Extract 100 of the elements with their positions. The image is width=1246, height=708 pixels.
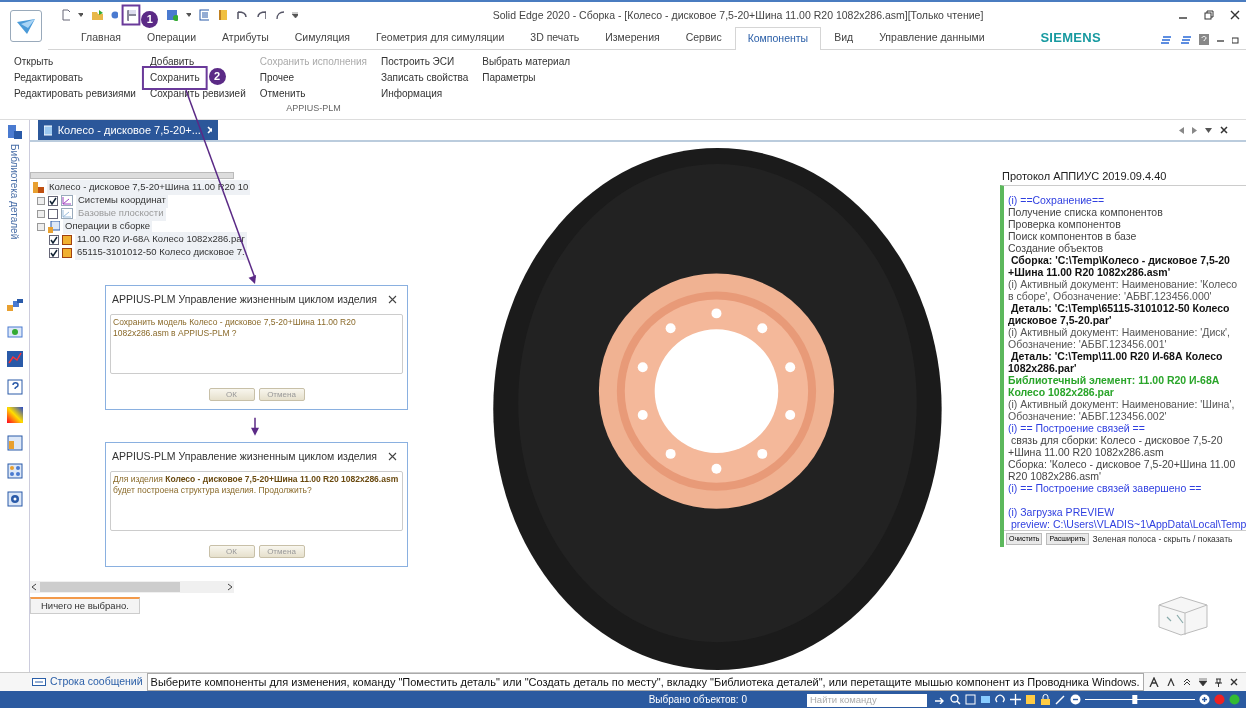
help-icon[interactable] (1199, 34, 1209, 45)
new-document-icon[interactable] (62, 9, 71, 21)
arrow-icon[interactable] (935, 695, 946, 705)
tree-node[interactable]: 65115-3101012-50 Колесо дисковое 7. (75, 245, 247, 260)
ribbon-command[interactable]: Добавить (145, 54, 199, 70)
ribbon-command[interactable]: Записать свойства (377, 70, 473, 86)
selection-status: Ничего не выбрано. (30, 596, 140, 614)
dropdown-icon[interactable] (186, 13, 191, 17)
ribbon-command[interactable]: Информация (377, 86, 447, 102)
ribbon-tab[interactable]: Симуляция (281, 27, 363, 49)
ribbon-tab[interactable]: Управление данными (866, 27, 998, 49)
book-icon[interactable] (216, 9, 227, 21)
ribbon-tab[interactable]: Измерения (592, 27, 673, 49)
dialog-message: Сохранить модель Колесо - дисковое 7,5-20+Шина 11.00 R20 1082x286.asm в APPIUS-PLM ? (110, 313, 403, 374)
pan-icon[interactable] (1010, 694, 1021, 706)
grid-icon[interactable] (6, 463, 23, 480)
fit-icon[interactable] (965, 694, 976, 706)
part-icon (62, 247, 72, 258)
ribbon-command[interactable]: Прочее (255, 70, 299, 86)
list-icon[interactable] (1161, 34, 1172, 45)
zoom-slider[interactable] (1085, 695, 1195, 705)
brand-logo: SIEMENS (1040, 28, 1101, 47)
assembly-icon[interactable] (6, 299, 23, 314)
ribbon-tab[interactable]: Атрибуты (209, 27, 282, 49)
zoom-slider-thumb[interactable] (1132, 695, 1138, 705)
view-icon[interactable] (980, 694, 991, 706)
collapse-icon[interactable] (1183, 678, 1191, 687)
chart-icon[interactable] (6, 351, 23, 368)
previous-icon[interactable] (1179, 126, 1184, 134)
repeat-icon[interactable] (274, 9, 285, 21)
ribbon-command[interactable]: Построить ЭСИ (377, 54, 459, 70)
annotation-arrow (251, 417, 259, 436)
ribbon-command[interactable]: Отменить (255, 86, 310, 102)
close-icon[interactable] (1220, 126, 1228, 134)
table-icon[interactable] (6, 435, 23, 452)
dropdown-icon[interactable] (1199, 678, 1207, 687)
close-icon[interactable] (388, 295, 397, 305)
checkbox[interactable] (49, 234, 59, 245)
scroll-right-icon[interactable] (226, 582, 234, 591)
ribbon-command[interactable]: Редактировать (10, 70, 88, 86)
ribbon-tab[interactable]: Геометрия для симуляции (362, 27, 518, 49)
ribbon-command[interactable]: Открыть (10, 54, 58, 70)
open-folder-icon[interactable] (91, 9, 103, 21)
ribbon-tab[interactable]: Компоненты (734, 27, 822, 50)
customize-icon[interactable] (292, 12, 298, 18)
camera-icon[interactable] (6, 325, 23, 340)
ribbon-tab[interactable]: Сервис (672, 27, 735, 49)
dropdown-icon[interactable] (1205, 127, 1212, 133)
ribbon-tab[interactable]: Вид (821, 27, 867, 49)
ribbon-command[interactable]: Выбрать материал (478, 54, 575, 70)
app-menu-button[interactable] (10, 10, 42, 42)
close-icon[interactable] (388, 452, 397, 462)
checkbox[interactable] (48, 208, 58, 219)
scroll-left-icon[interactable] (30, 582, 38, 591)
list-icon[interactable] (1180, 34, 1191, 45)
annotation-frame (121, 4, 141, 26)
part-icon (62, 234, 72, 245)
step-badge: 1 (141, 10, 159, 28)
ribbon-command[interactable]: Редактировать ревизиями (10, 86, 140, 102)
ribbon-tab[interactable]: Главная (68, 27, 134, 49)
horizontal-scrollbar[interactable] (30, 580, 234, 593)
app-logo-icon (15, 16, 37, 36)
checkbox[interactable] (49, 247, 59, 258)
close-icon[interactable] (1230, 678, 1238, 687)
undo-icon[interactable] (234, 9, 247, 21)
restore-icon[interactable] (1232, 35, 1240, 44)
gear-icon[interactable] (6, 491, 23, 508)
pin-icon[interactable] (1215, 677, 1222, 687)
save-all-icon[interactable] (166, 8, 178, 22)
zoom-in-icon[interactable] (1199, 694, 1210, 706)
ribbon-tab[interactable]: 3D печать (517, 27, 593, 49)
command-search-field[interactable]: Найти команду (807, 692, 927, 708)
document-tab[interactable]: Колесо - дисковое 7,5-20+... (38, 120, 218, 140)
ribbon-tab[interactable]: Операции (133, 27, 210, 49)
status-icon[interactable] (1229, 694, 1240, 706)
font-smaller-icon[interactable] (1167, 678, 1175, 687)
tree-node[interactable]: Системы координат (76, 193, 168, 208)
library-icon[interactable] (6, 124, 23, 140)
save-icon[interactable] (125, 8, 137, 22)
help-icon[interactable] (6, 379, 23, 396)
zoom-out-icon[interactable] (1070, 694, 1081, 706)
ribbon-command[interactable]: Сохранить (145, 70, 204, 86)
checkbox[interactable] (48, 195, 58, 206)
side-panel-tab[interactable]: Библиотека деталей (7, 144, 22, 240)
sketch-icon[interactable] (1055, 694, 1066, 706)
dropdown-icon[interactable] (78, 13, 84, 17)
next-icon[interactable] (1192, 126, 1197, 134)
gradient-icon[interactable] (6, 407, 23, 424)
font-larger-icon[interactable] (1149, 677, 1159, 688)
restore-icon[interactable] (1204, 10, 1214, 20)
pane-grip[interactable] (30, 172, 234, 179)
tree-node[interactable]: Операции в сборке (63, 219, 153, 234)
redo-icon[interactable] (254, 9, 267, 21)
lock-icon[interactable] (1040, 694, 1051, 706)
message-bar-label: Строка сообщений (50, 674, 143, 690)
shading-icon[interactable] (1025, 694, 1036, 706)
ribbon-command[interactable]: Параметры (478, 70, 540, 86)
zoom-icon[interactable] (950, 694, 961, 706)
ribbon-group-label: APPIUS-PLM (285, 102, 342, 115)
close-icon[interactable] (1230, 10, 1240, 20)
